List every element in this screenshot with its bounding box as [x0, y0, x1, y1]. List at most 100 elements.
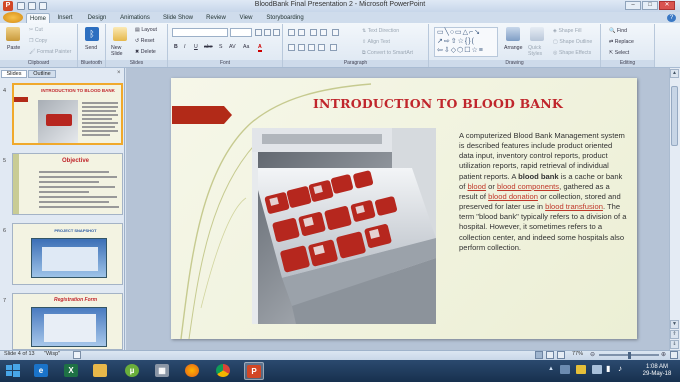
delete-button[interactable]: ✖ Delete: [135, 49, 156, 55]
quick-styles-button[interactable]: Quick Styles: [528, 45, 550, 57]
new-slide-icon[interactable]: [113, 27, 127, 41]
arrange-icon[interactable]: [506, 27, 520, 41]
tray-app-icon[interactable]: [560, 365, 570, 374]
font-name-dropdown[interactable]: [172, 28, 228, 37]
taskbar-powerpoint[interactable]: P: [244, 362, 264, 380]
font-size-dropdown[interactable]: [230, 28, 252, 37]
pane-close-icon[interactable]: ×: [117, 70, 121, 76]
scroll-down-icon[interactable]: ▼: [670, 320, 679, 329]
normal-view-icon[interactable]: [535, 351, 543, 359]
taskbar-internet-explorer[interactable]: e: [31, 362, 51, 380]
help-icon[interactable]: ?: [667, 14, 676, 22]
reset-button[interactable]: ↺ Reset: [135, 38, 154, 44]
shape-effects-button[interactable]: ◎ Shape Effects: [553, 50, 591, 56]
maximize-button[interactable]: □: [642, 1, 658, 10]
spellcheck-icon[interactable]: [73, 351, 81, 359]
slide-body-text[interactable]: A computerized Blood Bank Management sys…: [459, 131, 627, 253]
zoom-slider-handle[interactable]: [628, 352, 631, 359]
columns-icon[interactable]: [330, 44, 337, 51]
tab-slides[interactable]: Slides: [1, 70, 27, 78]
arrange-button[interactable]: Arrange: [504, 45, 522, 51]
network-icon[interactable]: ▮: [606, 364, 610, 373]
fit-slide-icon[interactable]: [670, 351, 678, 359]
slide-thumbnail-5[interactable]: Objective: [12, 153, 123, 215]
minimize-button[interactable]: –: [625, 1, 641, 10]
link-blood-donation[interactable]: blood donation: [488, 192, 538, 201]
tab-view[interactable]: View: [237, 13, 255, 23]
zoom-out-icon[interactable]: ⊖: [590, 351, 595, 358]
scroll-thumb[interactable]: [671, 86, 678, 146]
scroll-up-icon[interactable]: ▲: [670, 69, 679, 78]
quick-styles-icon[interactable]: [530, 27, 544, 41]
taskbar-excel[interactable]: X: [61, 362, 81, 380]
text-shadow-button[interactable]: S: [219, 44, 222, 50]
office-button[interactable]: [3, 12, 23, 23]
increase-indent-icon[interactable]: [320, 29, 327, 36]
tab-storyboarding[interactable]: Storyboarding: [264, 13, 306, 23]
taskbar-app-grid[interactable]: ▦: [152, 362, 172, 380]
close-button[interactable]: ✕: [659, 1, 675, 10]
slide-thumbnail-7[interactable]: Registration Form: [12, 293, 123, 350]
tab-insert[interactable]: Insert: [54, 13, 76, 23]
windows-start-button[interactable]: [2, 361, 24, 381]
slide-title[interactable]: INTRODUCTION TO BLOOD BANK: [313, 96, 623, 111]
layout-button[interactable]: ▤ Layout: [135, 27, 157, 33]
select-button[interactable]: ⇱ Select: [609, 50, 629, 56]
clock-time[interactable]: 1:08 AM: [636, 363, 678, 371]
align-center-icon[interactable]: [298, 44, 305, 51]
previous-slide-icon[interactable]: ⇑: [670, 330, 679, 339]
bold-button[interactable]: B: [174, 44, 178, 50]
tray-arrow-icon[interactable]: ▲: [548, 366, 554, 372]
shrink-font-icon[interactable]: [264, 29, 271, 36]
font-color-button[interactable]: A: [258, 44, 262, 52]
tab-design[interactable]: Design: [84, 13, 110, 23]
underline-button[interactable]: U: [194, 44, 198, 50]
clock-date[interactable]: 29-May-18: [636, 371, 678, 377]
link-blood-transfusion[interactable]: blood transfusion: [545, 202, 603, 211]
align-text-button[interactable]: ⇳ Align Text: [362, 39, 390, 45]
replace-button[interactable]: ⇄ Replace: [609, 39, 634, 45]
paste-button[interactable]: Paste: [7, 45, 20, 51]
shape-fill-button[interactable]: ◈ Shape Fill: [553, 28, 582, 34]
italic-button[interactable]: I: [184, 44, 185, 50]
character-spacing-button[interactable]: AV: [229, 44, 236, 50]
slide-show-view-icon[interactable]: [557, 351, 565, 359]
format-painter-button[interactable]: 🖌 Format Painter: [29, 49, 71, 55]
decrease-indent-icon[interactable]: [310, 29, 317, 36]
copy-button[interactable]: ❐ Copy: [29, 38, 47, 44]
slide-sorter-view-icon[interactable]: [546, 351, 554, 359]
taskbar-chrome[interactable]: [213, 362, 233, 380]
next-slide-icon[interactable]: ⇓: [670, 340, 679, 349]
battery-icon[interactable]: [592, 365, 602, 374]
cut-button[interactable]: ✂ Cut: [29, 27, 43, 33]
text-direction-button[interactable]: ⇅ Text Direction: [362, 28, 399, 34]
justify-icon[interactable]: [318, 44, 325, 51]
clear-format-icon[interactable]: [273, 29, 280, 36]
taskbar-firefox[interactable]: [182, 362, 202, 380]
send-button[interactable]: Send: [85, 45, 97, 51]
tab-slide-show[interactable]: Slide Show: [161, 13, 195, 23]
convert-smartart-button[interactable]: ⧉ Convert to SmartArt: [362, 50, 413, 57]
shape-outline-button[interactable]: ▢ Shape Outline: [553, 39, 592, 45]
blood-bank-photo[interactable]: [252, 128, 436, 324]
zoom-level[interactable]: 77%: [572, 351, 583, 357]
link-blood-components[interactable]: blood components: [497, 182, 559, 191]
tray-security-icon[interactable]: [576, 365, 586, 374]
new-slide-button[interactable]: New Slide: [111, 45, 131, 57]
link-blood[interactable]: blood: [467, 182, 486, 191]
line-spacing-icon[interactable]: [332, 29, 339, 36]
tab-outline[interactable]: Outline: [28, 70, 56, 78]
bullets-icon[interactable]: [288, 29, 295, 36]
taskbar-file-explorer[interactable]: [90, 362, 110, 380]
align-right-icon[interactable]: [308, 44, 315, 51]
strikethrough-button[interactable]: abe: [204, 44, 213, 50]
tab-home[interactable]: Home: [26, 13, 50, 23]
tab-animations[interactable]: Animations: [117, 13, 153, 23]
grow-font-icon[interactable]: [255, 29, 262, 36]
numbering-icon[interactable]: [298, 29, 305, 36]
find-button[interactable]: 🔍 Find: [609, 28, 627, 34]
taskbar-utorrent[interactable]: µ: [122, 362, 142, 380]
paste-icon[interactable]: [6, 27, 20, 41]
change-case-button[interactable]: Aa: [243, 44, 249, 50]
zoom-in-icon[interactable]: ⊕: [661, 351, 666, 358]
